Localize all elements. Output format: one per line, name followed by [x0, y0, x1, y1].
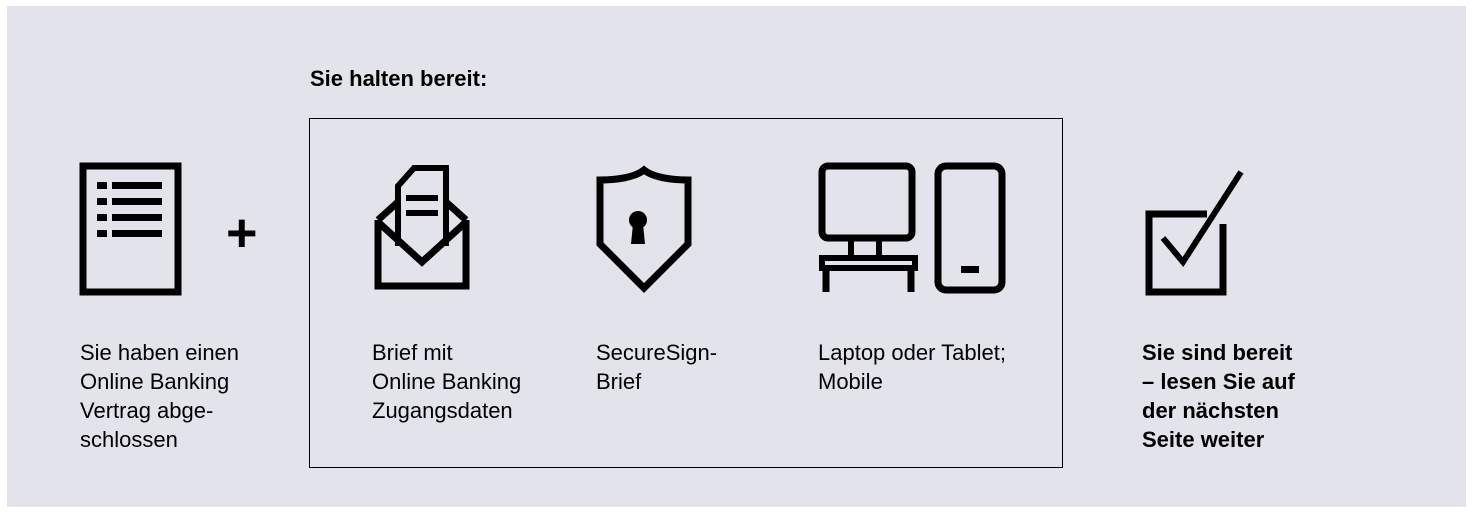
step-caption-device: Laptop oder Tablet; Mobile	[818, 340, 1006, 394]
step-caption-letter: Brief mit Online Banking Zugangsdaten	[372, 340, 522, 423]
step-caption-ready: Sie sind bereit – lesen Sie auf der näch…	[1142, 340, 1295, 452]
step-caption-contract: Sie haben einen Online Banking Vertrag a…	[80, 340, 240, 452]
checkbox-checked-icon	[1145, 168, 1255, 298]
plus-sign: +	[226, 203, 258, 263]
letter-envelope-icon	[372, 162, 472, 292]
step-caption-securesign: SecureSign- Brief	[596, 340, 718, 394]
section-heading: Sie halten bereit:	[310, 66, 488, 91]
securesign-shield-icon	[594, 164, 694, 294]
contract-document-icon	[79, 162, 182, 296]
computer-and-mobile-icon	[818, 162, 1008, 294]
